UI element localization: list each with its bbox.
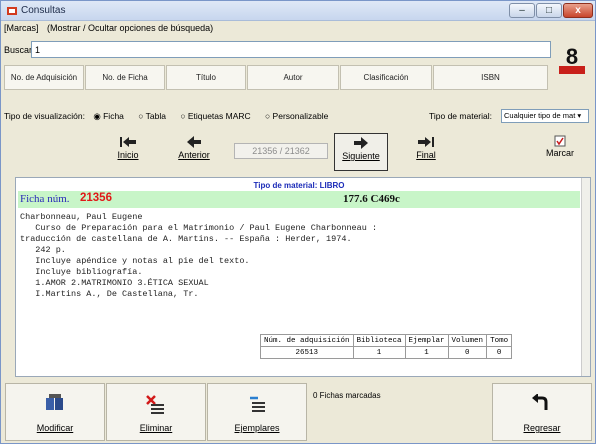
- holdings-cell: 1: [352, 346, 406, 359]
- search-input[interactable]: [31, 41, 551, 58]
- field-no-ficha-button[interactable]: No. de Ficha: [85, 65, 165, 90]
- material-select-value: Cualquier tipo de mat: [504, 111, 576, 120]
- record-scrollbar[interactable]: [581, 178, 590, 376]
- search-label: Buscar:: [4, 45, 35, 55]
- sirsi-logo: 8: [559, 44, 585, 74]
- title-bar: Consultas – □ x: [1, 1, 595, 21]
- modify-books-icon: [46, 394, 63, 410]
- view-options: Tipo de visualización: ◉ Ficha ○ Tabla ○…: [4, 111, 340, 122]
- mark-label: Marcar: [545, 148, 574, 158]
- svg-text:8: 8: [566, 44, 578, 69]
- record-line: Incluye bibliografía.: [20, 267, 143, 277]
- window-title: Consultas: [21, 5, 66, 16]
- copies-button[interactable]: Ejemplares: [207, 383, 307, 441]
- minimize-button[interactable]: –: [509, 3, 535, 18]
- material-label: Tipo de material:: [429, 111, 492, 121]
- field-autor-button[interactable]: Autor: [247, 65, 339, 90]
- menu-bar: [Marcas] (Mostrar / Ocultar opciones de …: [4, 23, 219, 37]
- table-row: 26513 1 1 0 0: [260, 346, 513, 359]
- delete-label: Eliminar: [139, 423, 173, 433]
- return-arrow-icon: [532, 394, 548, 410]
- view-option-personalizable-label: Personalizable: [272, 111, 329, 121]
- view-label: Tipo de visualización:: [4, 111, 85, 121]
- checkbox-mark-icon: [554, 135, 566, 147]
- call-number: 177.6 C469c: [343, 193, 400, 205]
- modify-button[interactable]: Modificar: [5, 383, 105, 441]
- view-option-ficha-label: Ficha: [103, 111, 124, 121]
- copies-label: Ejemplares: [234, 423, 280, 433]
- field-no-adquisicion-button[interactable]: No. de Adquisición: [4, 65, 84, 90]
- ficha-number: 21356: [80, 192, 112, 204]
- field-isbn-button[interactable]: ISBN: [433, 65, 548, 90]
- next-icon: [354, 137, 368, 149]
- holdings-header: Núm. de adquisición: [260, 334, 354, 347]
- close-icon: x: [575, 5, 581, 16]
- view-option-marc[interactable]: ○ Etiquetas MARC: [180, 111, 256, 121]
- next-label: Siguiente: [342, 151, 380, 161]
- menu-marcas[interactable]: [Marcas]: [4, 23, 39, 33]
- view-option-marc-label: Etiquetas MARC: [187, 111, 251, 121]
- bottom-toolbar: Modificar Eliminar Ejemplares Regresar: [4, 383, 594, 441]
- holdings-header: Biblioteca: [352, 334, 406, 347]
- material-type: Tipo de material: LIBRO: [253, 181, 345, 190]
- previous-label: Anterior: [178, 150, 210, 160]
- record-line: Incluye apéndice y notas al pie del text…: [20, 256, 250, 266]
- record-line: Curso de Preparación para el Matrimonio …: [20, 223, 378, 233]
- consultas-window: Consultas – □ x [Marcas] (Mostrar / Ocul…: [0, 0, 596, 444]
- mark-button[interactable]: Marcar: [533, 133, 587, 171]
- last-icon: [418, 137, 434, 147]
- previous-icon: [187, 136, 201, 148]
- last-record-button[interactable]: Final: [399, 133, 453, 171]
- delete-icon: [146, 395, 164, 414]
- record-line: traducción de castellana de A. Martins. …: [20, 234, 352, 244]
- record-line: 1.AMOR 2.MATRIMONIO 3.ÉTICA SEXUAL: [20, 278, 209, 288]
- maximize-button[interactable]: □: [536, 3, 562, 18]
- minimize-icon: –: [519, 5, 525, 16]
- record-panel: Tipo de material: LIBRO Ficha núm. 21356…: [15, 177, 591, 377]
- delete-button[interactable]: Eliminar: [106, 383, 206, 441]
- view-option-ficha[interactable]: ◉ Ficha: [93, 111, 130, 121]
- first-label: Inicio: [117, 150, 139, 160]
- view-option-tabla-label: Tabla: [145, 111, 166, 121]
- previous-record-button[interactable]: Anterior: [167, 133, 221, 171]
- menu-toggle-search-options[interactable]: (Mostrar / Ocultar opciones de búsqueda): [47, 23, 213, 33]
- first-icon: [120, 137, 136, 147]
- record-line: I.Martins A., De Castellana, Tr.: [20, 289, 199, 299]
- modify-label: Modificar: [36, 423, 74, 433]
- record-line: 242 p.: [20, 245, 66, 255]
- field-clasificacion-button[interactable]: Clasificación: [340, 65, 432, 90]
- close-button[interactable]: x: [563, 3, 593, 18]
- next-record-button[interactable]: Siguiente: [334, 133, 388, 171]
- ficha-label: Ficha núm.: [20, 193, 70, 205]
- holdings-header: Volumen: [447, 334, 488, 347]
- view-option-personalizable[interactable]: ○ Personalizable: [265, 111, 334, 121]
- record-counter: 21356 / 21362: [234, 143, 328, 159]
- first-record-button[interactable]: Inicio: [101, 133, 155, 171]
- app-icon: [7, 7, 17, 15]
- holdings-header: Ejemplar: [404, 334, 449, 347]
- last-label: Final: [416, 150, 436, 160]
- view-option-tabla[interactable]: ○ Tabla: [138, 111, 172, 121]
- field-titulo-button[interactable]: Título: [166, 65, 246, 90]
- holdings-table: Núm. de adquisición Biblioteca Ejemplar …: [260, 334, 513, 359]
- holdings-header: Tomo: [486, 334, 513, 347]
- holdings-cell: 26513: [260, 346, 354, 359]
- back-button[interactable]: Regresar: [492, 383, 592, 441]
- holdings-cell: 0: [447, 346, 488, 359]
- holdings-cell: 1: [404, 346, 449, 359]
- material-select[interactable]: Cualquier tipo de mat ▾: [501, 109, 589, 123]
- back-label: Regresar: [523, 423, 561, 433]
- record-line: Charbonneau, Paul Eugene: [20, 212, 143, 222]
- holdings-header-row: Núm. de adquisición Biblioteca Ejemplar …: [260, 334, 513, 347]
- copies-icon: [250, 396, 265, 412]
- marked-count: 0 Fichas marcadas: [313, 391, 381, 400]
- holdings-cell: 0: [486, 346, 513, 359]
- maximize-icon: □: [545, 5, 553, 16]
